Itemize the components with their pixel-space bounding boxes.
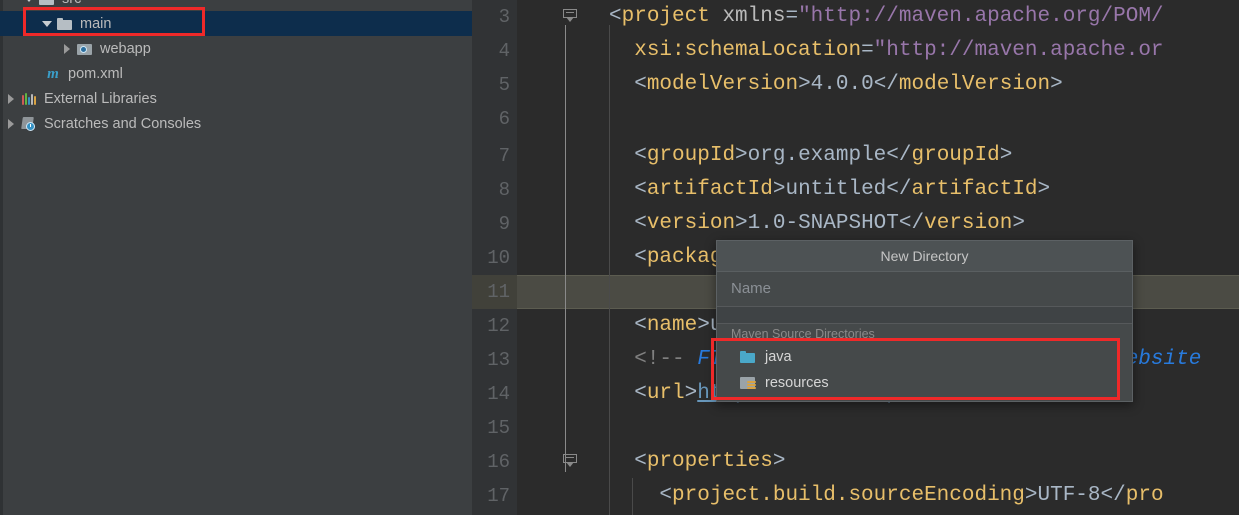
tree-item-src[interactable]: src [0, 0, 472, 11]
chevron-down-icon[interactable] [40, 16, 56, 32]
popup-item-java[interactable]: java [717, 344, 1132, 370]
code-line[interactable]: 17 <project.build.sourceEncoding>UTF-8</… [472, 479, 1239, 513]
folder-icon [38, 0, 56, 7]
tree-item-pom-xml[interactable]: m pom.xml [0, 61, 472, 86]
popup-item-label: java [765, 349, 792, 365]
line-number: 3 [498, 6, 510, 28]
folder-icon [56, 16, 74, 32]
chevron-right-icon[interactable] [4, 116, 20, 132]
line-number: 14 [487, 383, 510, 405]
tree-item-scratches-and-consoles[interactable]: Scratches and Consoles [0, 111, 472, 136]
line-number: 9 [498, 213, 510, 235]
line-number: 17 [487, 485, 510, 507]
popup-item-resources[interactable]: resources [717, 370, 1132, 396]
maven-file-icon: m [47, 65, 59, 82]
code-text: <properties> [634, 450, 786, 473]
chevron-right-icon[interactable] [4, 91, 20, 107]
tree-item-main[interactable]: main [0, 11, 472, 36]
line-number: 5 [498, 74, 510, 96]
line-number: 16 [487, 451, 510, 473]
webapp-folder-icon [76, 41, 94, 57]
tree-item-webapp[interactable]: webapp [0, 36, 472, 61]
tree-item-label: main [80, 15, 112, 32]
external-libraries-icon [20, 91, 38, 107]
code-text: <project.build.sourceEncoding>UTF-8</pro [659, 484, 1164, 507]
popup-item-label: resources [765, 375, 829, 391]
line-number: 6 [498, 108, 510, 130]
popup-separator [717, 307, 1132, 324]
resources-folder-icon [739, 375, 759, 391]
tree-item-label: Scratches and Consoles [44, 115, 202, 132]
line-number: 13 [487, 349, 510, 371]
code-line[interactable]: 8 <artifactId>untitled</artifactId> [472, 173, 1239, 207]
code-line[interactable]: 4 xsi:schemaLocation="http://maven.apach… [472, 34, 1239, 68]
line-number: 12 [487, 315, 510, 337]
popup-title: New Directory [717, 241, 1132, 272]
code-line[interactable]: 15 [472, 411, 1239, 445]
new-directory-popup[interactable]: New Directory Name Maven Source Director… [716, 240, 1133, 402]
chevron-down-icon[interactable] [22, 0, 38, 7]
code-text: <version>1.0-SNAPSHOT</version> [634, 212, 1025, 235]
line-number: 8 [498, 179, 510, 201]
line-number: 15 [487, 417, 510, 439]
chevron-right-icon[interactable] [60, 41, 76, 57]
ide-window: src main webapp m pom.xml [0, 0, 1239, 515]
project-tool-window[interactable]: src main webapp m pom.xml [0, 0, 472, 515]
line-number: 10 [487, 247, 510, 269]
tree-item-label: src [61, 0, 81, 7]
line-number: 11 [487, 281, 510, 303]
code-line[interactable]: 16 <properties> [472, 445, 1239, 479]
tree-item-label: External Libraries [44, 90, 157, 107]
code-text: xsi:schemaLocation="http://maven.apache.… [634, 39, 1164, 62]
code-line[interactable]: 9 <version>1.0-SNAPSHOT</version> [472, 207, 1239, 241]
line-number: 4 [498, 40, 510, 62]
code-text: <groupId>org.example</groupId> [634, 144, 1013, 167]
code-line[interactable]: 7 <groupId>org.example</groupId> [472, 139, 1239, 173]
code-text: <project xmlns="http://maven.apache.org/… [609, 5, 1164, 28]
directory-name-input[interactable]: Name [717, 272, 1132, 307]
tree-item-label: pom.xml [68, 65, 123, 82]
fold-marker[interactable] [560, 0, 582, 34]
code-line[interactable]: 5 <modelVersion>4.0.0</modelVersion> [472, 68, 1239, 102]
blue-folder-icon [739, 349, 759, 365]
scratches-icon [20, 116, 38, 132]
fold-marker[interactable] [560, 445, 582, 479]
code-line[interactable]: 6 [472, 102, 1239, 136]
tree-item-external-libraries[interactable]: External Libraries [0, 86, 472, 111]
popup-section-label: Maven Source Directories [731, 327, 875, 341]
line-number: 7 [498, 145, 510, 167]
code-line[interactable]: 3 <project xmlns="http://maven.apache.or… [472, 0, 1239, 34]
tree-item-label: webapp [100, 40, 151, 57]
code-text: <modelVersion>4.0.0</modelVersion> [634, 73, 1063, 96]
code-text: <artifactId>untitled</artifactId> [634, 178, 1051, 201]
